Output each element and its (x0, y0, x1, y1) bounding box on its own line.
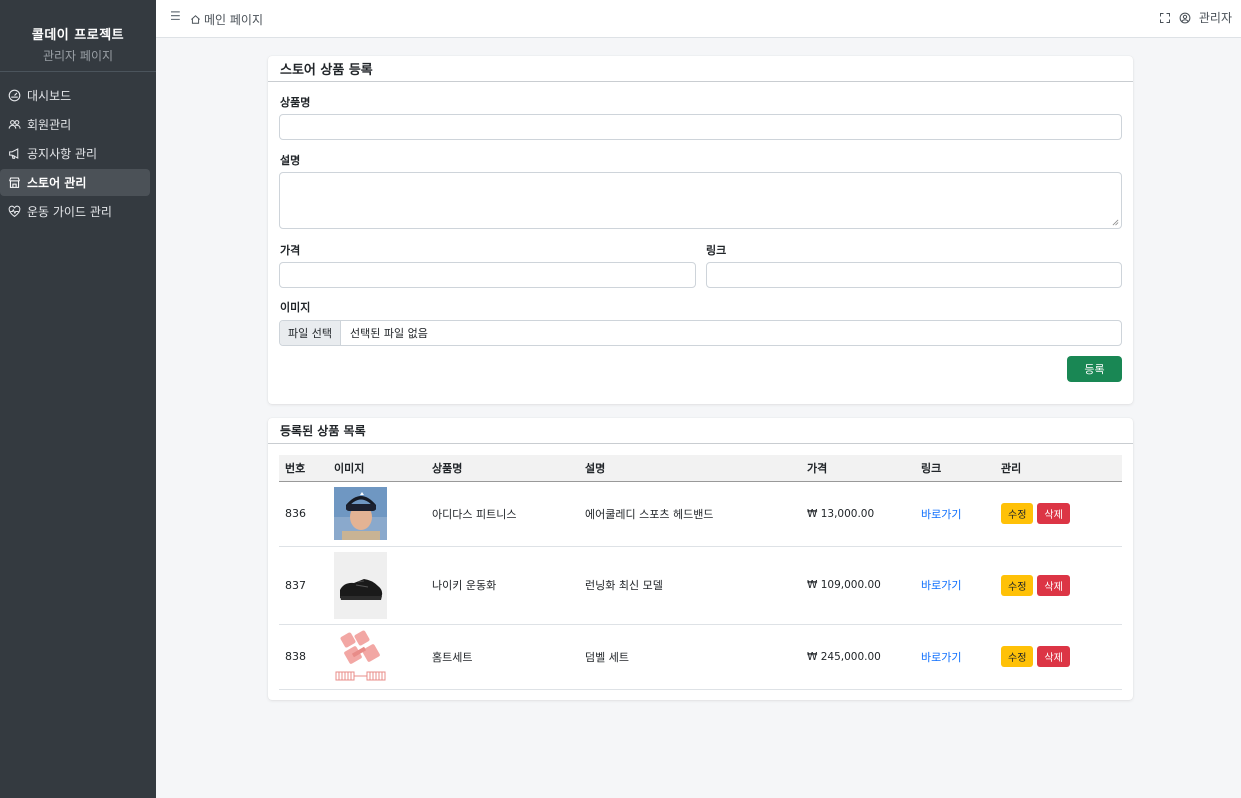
description-textarea[interactable] (279, 172, 1122, 229)
file-status: 선택된 파일 없음 (349, 327, 428, 340)
price-label: 가격 (280, 244, 301, 257)
table-row: 837 나이키 운동화 런닝화 최신 모델 ₩ 109,000.00 바로가기 … (279, 546, 1122, 625)
sidebar-item-label: 운동 가이드 관리 (27, 205, 112, 219)
description-label: 설명 (280, 154, 301, 167)
sidebar: 콜데이 프로젝트 관리자 페이지 대시보드 회원관리 공지사항 관리 스토어 관… (0, 0, 156, 798)
actions-cell: 수정 삭제 (995, 624, 1122, 690)
topbar-right: 관리자 (1159, 9, 1232, 26)
sidebar-item-store[interactable]: 스토어 관리 (0, 169, 150, 196)
sidebar-item-label: 스토어 관리 (27, 176, 87, 190)
topbar: ☰ 메인 페이지 관리자 (156, 0, 1241, 38)
product-link-cell: 바로가기 (915, 624, 995, 690)
product-name: 아디다스 피트니스 (426, 481, 579, 547)
shop-icon (7, 176, 21, 190)
product-price: ₩ 245,000.00 (801, 624, 915, 690)
product-image[interactable] (334, 551, 387, 619)
product-id: 836 (279, 481, 328, 547)
column-header: 번호 (285, 461, 306, 475)
product-link[interactable]: 바로가기 (921, 651, 961, 664)
user-circle-icon (1179, 12, 1191, 23)
sidebar-item-label: 대시보드 (27, 89, 72, 103)
column-header: 설명 (585, 461, 606, 475)
megaphone-icon (7, 147, 21, 161)
file-choose-button[interactable]: 파일 선택 (280, 321, 341, 345)
product-image[interactable] (334, 628, 387, 685)
image-file-input[interactable]: 파일 선택 선택된 파일 없음 (279, 320, 1122, 346)
column-header: 관리 (1001, 461, 1022, 475)
product-form-card: 스토어 상품 등록 상품명 설명 가격 링크 이미지 파일 선택 선택된 파일 … (268, 56, 1133, 404)
product-price: ₩ 109,000.00 (801, 546, 915, 625)
user-name: 관리자 (1198, 11, 1232, 25)
list-title: 등록된 상품 목록 (268, 418, 1133, 444)
product-description: 에어쿨레디 스포츠 헤드밴드 (579, 481, 801, 547)
link-input[interactable] (706, 262, 1122, 288)
table-row: 836 아디다스 피트니스 에어쿨레디 스포츠 헤드밴드 ₩ 13,000.00 (279, 481, 1122, 547)
home-icon (191, 15, 200, 24)
form-title: 스토어 상품 등록 (268, 56, 1133, 82)
sidebar-item-notices[interactable]: 공지사항 관리 (0, 140, 150, 167)
product-image-cell (328, 481, 426, 547)
column-header: 상품명 (432, 461, 463, 475)
heart-icon (7, 205, 21, 219)
user-menu[interactable]: 관리자 (1179, 9, 1232, 26)
product-image-cell (328, 546, 426, 625)
brand[interactable]: 콜데이 프로젝트 관리자 페이지 (0, 0, 156, 72)
actions-cell: 수정 삭제 (995, 546, 1122, 625)
price-input[interactable] (279, 262, 696, 288)
product-price: ₩ 13,000.00 (801, 481, 915, 547)
image-label: 이미지 (280, 301, 311, 314)
product-link[interactable]: 바로가기 (921, 508, 961, 521)
brand-subtitle: 관리자 페이지 (42, 49, 114, 63)
product-description: 덤벨 세트 (579, 624, 801, 690)
product-id: 838 (279, 624, 328, 690)
table-row: 838 홈트세트 덤벨 세트 ₩ 245,000.00 바로가기 수정 삭제 (279, 624, 1122, 690)
product-description: 런닝화 최신 모델 (579, 546, 801, 625)
link-label: 링크 (706, 244, 727, 257)
resize-handle-icon[interactable] (1112, 219, 1119, 226)
product-id: 837 (279, 546, 328, 625)
delete-button[interactable]: 삭제 (1037, 646, 1070, 667)
users-icon (7, 118, 21, 132)
sidebar-item-label: 공지사항 관리 (27, 147, 98, 161)
name-label: 상품명 (280, 96, 311, 109)
delete-button[interactable]: 삭제 (1037, 574, 1070, 596)
menu-toggle-icon[interactable]: ☰ (170, 9, 181, 23)
delete-button[interactable]: 삭제 (1037, 503, 1070, 524)
table-header-row: 번호 이미지 상품명 설명 가격 링크 관리 (279, 455, 1122, 481)
column-header: 가격 (807, 461, 828, 475)
fullscreen-icon[interactable] (1159, 12, 1171, 24)
product-table: 번호 이미지 상품명 설명 가격 링크 관리 836 아디다스 피트니스 에어쿨… (279, 455, 1122, 690)
sidebar-nav: 대시보드 회원관리 공지사항 관리 스토어 관리 운동 가이드 관리 (0, 72, 156, 225)
dashboard-icon (7, 89, 21, 103)
brand-title: 콜데이 프로젝트 (31, 28, 125, 43)
actions-cell: 수정 삭제 (995, 481, 1122, 547)
register-button[interactable]: 등록 (1067, 356, 1122, 382)
product-list-card: 등록된 상품 목록 번호 이미지 상품명 설명 가격 링크 관리 836 아디다… (268, 418, 1133, 700)
edit-button[interactable]: 수정 (1001, 503, 1034, 524)
product-name: 나이키 운동화 (426, 546, 579, 625)
product-name: 홈트세트 (426, 624, 579, 690)
product-link[interactable]: 바로가기 (921, 579, 961, 592)
sidebar-item-members[interactable]: 회원관리 (0, 111, 150, 138)
sidebar-item-guide[interactable]: 운동 가이드 관리 (0, 198, 150, 225)
sidebar-item-dashboard[interactable]: 대시보드 (0, 82, 150, 109)
product-name-input[interactable] (279, 114, 1122, 140)
product-link-cell: 바로가기 (915, 481, 995, 547)
product-image[interactable] (334, 487, 387, 540)
breadcrumb[interactable]: 메인 페이지 (190, 11, 263, 28)
sidebar-item-label: 회원관리 (27, 118, 72, 132)
product-image-cell (328, 624, 426, 690)
column-header: 링크 (921, 461, 942, 475)
edit-button[interactable]: 수정 (1001, 574, 1034, 596)
column-header: 이미지 (334, 461, 365, 475)
edit-button[interactable]: 수정 (1001, 646, 1034, 667)
breadcrumb-label: 메인 페이지 (204, 13, 264, 27)
product-link-cell: 바로가기 (915, 546, 995, 625)
